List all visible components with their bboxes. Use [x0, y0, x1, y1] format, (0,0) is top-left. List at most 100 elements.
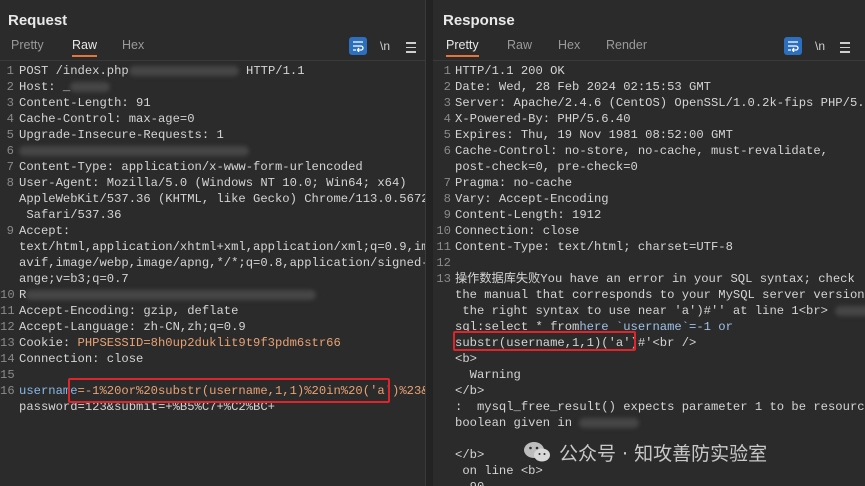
line-text: R [19, 287, 317, 303]
line-segment: Host: _ [19, 80, 71, 94]
response-word-wrap-button[interactable] [784, 37, 802, 55]
request-line: password=123&submit=+%B5%C7+%C2%BC+ [0, 399, 425, 415]
line-segment: password=123&submit=+%B5%C7+%C2%BC+ [19, 400, 275, 414]
request-line: 9 Accept: [0, 223, 425, 239]
request-line: AppleWebKit/537.36 (KHTML, like Gecko) C… [0, 191, 425, 207]
request-line: 8 User-Agent: Mozilla/5.0 (Windows NT 10.… [0, 175, 425, 191]
line-text: Server: Apache/2.4.6 (CentOS) OpenSSL/1.… [455, 95, 865, 111]
line-segment: username [19, 384, 78, 398]
request-line: 11 Accept-Encoding: gzip, deflate [0, 303, 425, 319]
redacted-text [19, 145, 249, 156]
line-segment: 90 [455, 480, 485, 486]
request-editor[interactable]: 1 POST /index.php HTTP/1.1 2 Host: _ 3 Conten… [0, 60, 425, 486]
request-tab-hex[interactable]: Hex [122, 38, 144, 55]
line-text: Accept-Encoding: gzip, deflate [19, 303, 238, 319]
line-segment-2: here `username`=-1 or [579, 320, 733, 334]
request-line: 14 Connection: close [0, 351, 425, 367]
line-number: 13 [0, 336, 15, 350]
line-segment: Cache-Control: max-age=0 [19, 112, 195, 126]
line-segment-2: HTTP/1.1 [246, 64, 305, 78]
line-segment: Expires: Thu, 19 Nov 1981 08:52:00 GMT [455, 128, 733, 142]
response-newline-toggle-button[interactable]: \n [809, 37, 831, 55]
line-segment: Vary: Accept-Encoding [455, 192, 609, 206]
response-tab-raw[interactable]: Raw [507, 38, 532, 55]
line-text: boolean given in [455, 415, 640, 431]
line-segment: the right syntax to use near 'a')#'' at … [455, 304, 828, 318]
line-segment: Accept-Encoding: gzip, deflate [19, 304, 239, 318]
response-menu-icon[interactable] [838, 37, 852, 55]
response-line: <b> [433, 351, 865, 367]
line-text: Safari/537.36 [19, 207, 121, 223]
wrap-icon [353, 41, 364, 52]
line-text: <b> [455, 351, 477, 367]
line-segment: text/html,application/xhtml+xml,applicat… [19, 240, 426, 254]
line-text: Expires: Thu, 19 Nov 1981 08:52:00 GMT [455, 127, 733, 143]
line-segment: on line [455, 464, 521, 478]
line-segment: Accept: [19, 224, 71, 238]
request-line: 7 Content-Type: application/x-www-form-ur… [0, 159, 425, 175]
line-segment: 操作数据库失败You have an error in your SQL syn… [455, 272, 855, 286]
line-text: POST /index.php HTTP/1.1 [19, 63, 305, 79]
request-title: Request [8, 12, 68, 29]
line-number: 4 [6, 112, 14, 126]
line-number: 12 [0, 320, 15, 334]
response-pane: Response Pretty Raw Hex Render \n 1 HTTP/… [433, 0, 865, 486]
request-line: ange;v=b3;q=0.7 [0, 271, 425, 287]
line-segment: </b> [455, 384, 485, 398]
response-line: 10 Connection: close [433, 223, 865, 239]
response-line: 7 Pragma: no-cache [433, 175, 865, 191]
response-title: Response [443, 12, 515, 29]
response-line: 6 Cache-Control: no-store, no-cache, must… [433, 143, 865, 159]
response-line: the manual that corresponds to your MySQ… [433, 287, 865, 303]
line-segment: Safari/537.36 [19, 208, 122, 222]
line-number: 14 [0, 352, 15, 366]
line-number: 2 [6, 80, 14, 94]
request-tab-raw[interactable]: Raw [72, 38, 98, 57]
response-line: sql:select * fromhere `username`=-1 or [433, 319, 865, 335]
line-number: 7 [443, 176, 451, 190]
wrap-icon [788, 41, 799, 52]
line-text: Accept-Language: zh-CN,zh;q=0.9 [19, 319, 246, 335]
line-segment: R [19, 288, 27, 302]
line-text: the manual that corresponds to your MySQ… [455, 287, 865, 303]
newline-toggle-button[interactable]: \n [374, 37, 396, 55]
request-line: 6 [0, 143, 425, 159]
line-text: Cookie: PHPSESSID=8h0up2duklit9t9f3pdm6s… [19, 335, 341, 351]
line-text: Vary: Accept-Encoding [455, 191, 609, 207]
line-number: 8 [6, 176, 14, 190]
response-editor[interactable]: 1 HTTP/1.1 200 OK 2 Date: Wed, 28 Feb 2024 … [433, 60, 865, 486]
redacted-text [835, 305, 865, 316]
line-number: 9 [6, 224, 14, 238]
response-line: 5 Expires: Thu, 19 Nov 1981 08:52:00 GMT [433, 127, 865, 143]
line-text: </b> [455, 447, 484, 463]
line-text [19, 143, 249, 159]
request-line: text/html,application/xhtml+xml,applicat… [0, 239, 425, 255]
line-text: AppleWebKit/537.36 (KHTML, like Gecko) C… [19, 191, 425, 207]
line-number: 4 [443, 112, 451, 126]
line-number: 16 [0, 384, 15, 398]
line-text: password=123&submit=+%B5%C7+%C2%BC+ [19, 399, 275, 415]
word-wrap-button[interactable] [349, 37, 367, 55]
line-text: : mysql_free_result() expects parameter … [455, 399, 865, 415]
response-tab-render[interactable]: Render [606, 38, 647, 55]
pane-splitter[interactable] [426, 0, 433, 486]
line-segment: Server: Apache/2.4.6 (CentOS) OpenSSL/1.… [455, 96, 865, 110]
request-tab-pretty[interactable]: Pretty [11, 38, 44, 55]
response-tab-hex[interactable]: Hex [558, 38, 580, 55]
request-line: 13 Cookie: PHPSESSID=8h0up2duklit9t9f3pdm… [0, 335, 425, 351]
response-line: 3 Server: Apache/2.4.6 (CentOS) OpenSSL/1… [433, 95, 865, 111]
request-menu-icon[interactable] [404, 37, 418, 55]
response-line: </b> [433, 383, 865, 399]
response-line: 8 Vary: Accept-Encoding [433, 191, 865, 207]
line-segment: Content-Length: 91 [19, 96, 151, 110]
request-line: 2 Host: _ [0, 79, 425, 95]
line-segment: Cookie: [19, 336, 78, 350]
line-segment-2: <b> [520, 464, 543, 478]
line-segment: <b> [455, 352, 477, 366]
request-line: 5 Upgrade-Insecure-Requests: 1 [0, 127, 425, 143]
response-tab-pretty[interactable]: Pretty [446, 38, 479, 57]
line-number: 7 [6, 160, 14, 174]
request-line: Safari/537.36 [0, 207, 425, 223]
line-text: Content-Length: 1912 [455, 207, 601, 223]
line-number: 1 [443, 64, 451, 78]
